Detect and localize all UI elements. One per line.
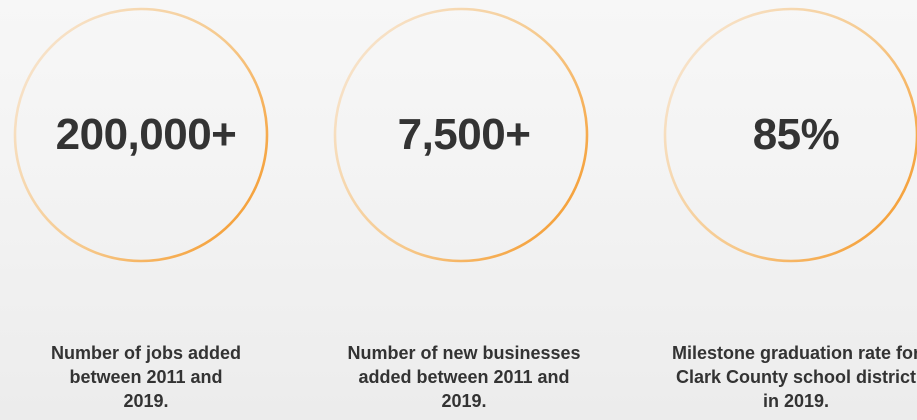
stat-caption: Number of jobs added between 2011 and 20… <box>50 343 241 411</box>
stat-caption: Number of new businesses added between 2… <box>347 343 581 411</box>
stat-value: 85% <box>752 110 840 159</box>
stat-businesses: 7,500+ Number of new businesses added be… <box>314 0 614 420</box>
stat-graduation: 85% Milestone graduation rate for Clark … <box>646 0 917 420</box>
stat-value: 7,500+ <box>397 110 531 159</box>
stat-jobs: 200,000+ Number of jobs added between 20… <box>0 0 296 420</box>
stat-value: 200,000+ <box>55 110 237 159</box>
stat-caption: Milestone graduation rate for Clark Coun… <box>671 343 917 411</box>
